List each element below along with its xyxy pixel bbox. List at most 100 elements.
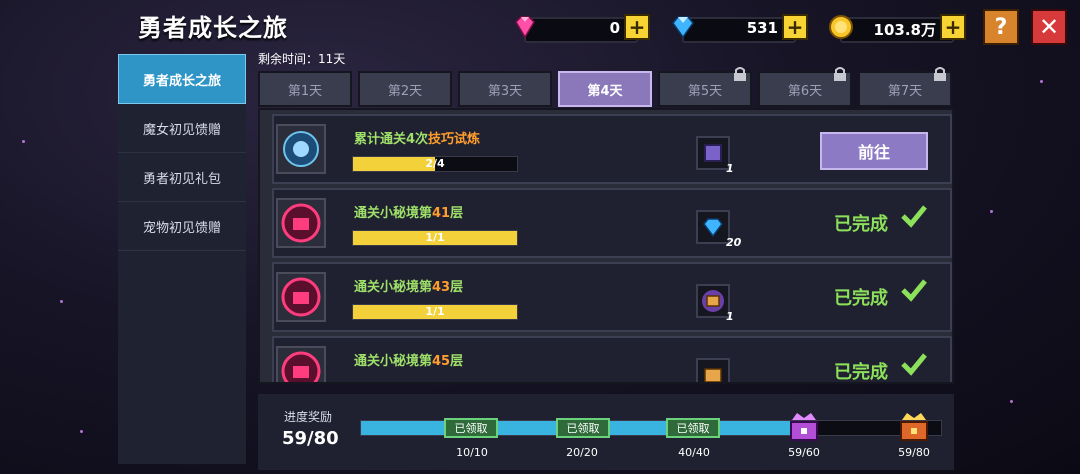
sidebar-item-hero-pack[interactable]: 勇者初见礼包 [118,153,246,202]
task-title-highlight: 43 [432,280,451,295]
tab-day-7[interactable]: 第7天 [858,67,952,107]
sidebar-item-hero-journey[interactable]: 勇者成长之旅 [118,54,246,104]
task-icon-secret-realm [276,272,326,322]
milestone-claimed-badge[interactable]: 已领取 [444,418,498,438]
progress-reward-value: 59/80 [282,428,339,449]
add-diamond-button[interactable]: + [782,14,808,40]
task-title-text: 通关小秘境第 [354,280,433,295]
check-icon [901,205,927,228]
milestone-label: 59/80 [898,446,930,459]
sidebar-item-label: 勇者初见礼包 [142,171,221,187]
tab-day-3[interactable]: 第3天 [458,71,552,107]
milestone-label: 59/60 [788,446,820,459]
task-row: 通关小秘境第41层 1/1 20 已完成 [272,188,952,258]
completed-status: 已完成 [834,288,888,309]
task-title-suffix: 层 [450,206,464,221]
red-portal-icon [281,277,321,317]
tab-day-2[interactable]: 第2天 [358,71,452,107]
check-icon [901,353,927,376]
gold-coin-icon [829,15,853,39]
diamond-counter: 531 + [670,12,808,44]
gold-counter: 103.8万 + [828,12,966,44]
remaining-time: 剩余时间：11天 [258,52,346,66]
background-star [22,140,25,143]
background-star [60,300,63,303]
milestone-claimed-badge[interactable]: 已领取 [666,418,720,438]
background-star [80,430,83,433]
progress-text: 1/1 [425,305,445,318]
purple-chest-icon [702,290,724,312]
tab-day-1[interactable]: 第1天 [258,71,352,107]
help-button[interactable]: ? [983,9,1019,45]
pink-gem-icon [515,16,535,39]
check-icon [901,279,927,302]
sidebar: 勇者成长之旅 魔女初见馈赠 勇者初见礼包 宠物初见馈赠 [118,54,246,464]
tab-label: 第1天 [287,83,323,99]
task-icon-secret-realm [276,346,326,382]
completed-status: 已完成 [834,214,888,235]
background-star [990,210,993,213]
gold-chest-icon [704,368,722,382]
task-title-highlight: 41 [432,206,451,221]
blue-orb-icon [283,131,319,167]
tab-label: 第3天 [487,83,523,99]
milestone-label: 10/10 [456,446,488,459]
purple-chest-reward[interactable] [788,410,820,444]
add-gold-button[interactable]: + [940,14,966,40]
task-progress-bar: 1/1 [352,304,518,320]
reward-quantity: 1 [726,310,734,323]
diamond-value: 531 [746,19,778,37]
progress-reward-label: 进度奖励 [284,410,333,424]
task-row: 通关小秘境第45层 已完成 [272,336,952,382]
tab-day-6[interactable]: 第6天 [758,67,852,107]
reward-item[interactable] [696,136,730,170]
go-button[interactable]: 前往 [820,132,928,170]
task-progress-bar: 1/1 [352,230,518,246]
task-title: 通关小秘境第43层 [354,276,463,295]
task-icon-skill-trial [276,124,326,174]
reward-item[interactable] [696,284,730,318]
task-title-highlight: 技巧试炼 [428,132,481,147]
task-title: 通关小秘境第41层 [354,202,463,221]
red-portal-icon [281,203,321,243]
page-title: 勇者成长之旅 [138,14,288,42]
milestone-label: 40/40 [678,446,710,459]
milestone-label: 20/20 [566,446,598,459]
task-row: 通关小秘境第43层 1/1 1 已完成 [272,262,952,332]
sidebar-item-pet-gift[interactable]: 宠物初见馈赠 [118,202,246,251]
lock-icon [934,67,946,81]
task-title-suffix: 层 [450,354,464,369]
task-title-text: 通关小秘境第 [354,206,433,221]
tab-day-4[interactable]: 第4天 [558,71,652,107]
add-gem-button[interactable]: + [624,14,650,40]
sidebar-item-label: 勇者成长之旅 [142,73,221,89]
close-button[interactable]: ✕ [1031,9,1067,45]
blue-diamond-icon [672,16,694,39]
task-title: 累计通关4次技巧试炼 [354,128,480,147]
tab-label: 第5天 [687,83,723,99]
task-title-text: 通关小秘境第 [354,354,433,369]
gold-chest-reward[interactable] [898,410,930,444]
task-title-suffix: 层 [450,280,464,295]
task-list[interactable]: 累计通关4次技巧试炼 2/4 1 前往 通关小秘境第41层 1/1 20 已完成… [258,108,954,384]
gold-value: 103.8万 [873,21,936,39]
task-row: 累计通关4次技巧试炼 2/4 1 前往 [272,114,952,184]
lock-icon [834,67,846,81]
task-progress-bar: 2/4 [352,156,518,172]
reward-item[interactable] [696,210,730,244]
diamond-bar [682,17,796,43]
gem-counter: 0 + [512,12,650,44]
background-star [1040,80,1043,83]
task-title-text: 累计通关4次 [354,132,429,147]
sidebar-item-witch-gift[interactable]: 魔女初见馈赠 [118,104,246,153]
reward-quantity: 20 [726,236,742,249]
milestone-claimed-badge[interactable]: 已领取 [556,418,610,438]
purple-box-icon [704,144,722,162]
background-star [1010,400,1013,403]
reward-item[interactable] [696,358,730,382]
blue-diamond-icon [703,218,723,238]
tab-label: 第7天 [887,83,923,99]
lock-icon [734,67,746,81]
tab-day-5[interactable]: 第5天 [658,67,752,107]
task-title-highlight: 45 [432,354,451,369]
